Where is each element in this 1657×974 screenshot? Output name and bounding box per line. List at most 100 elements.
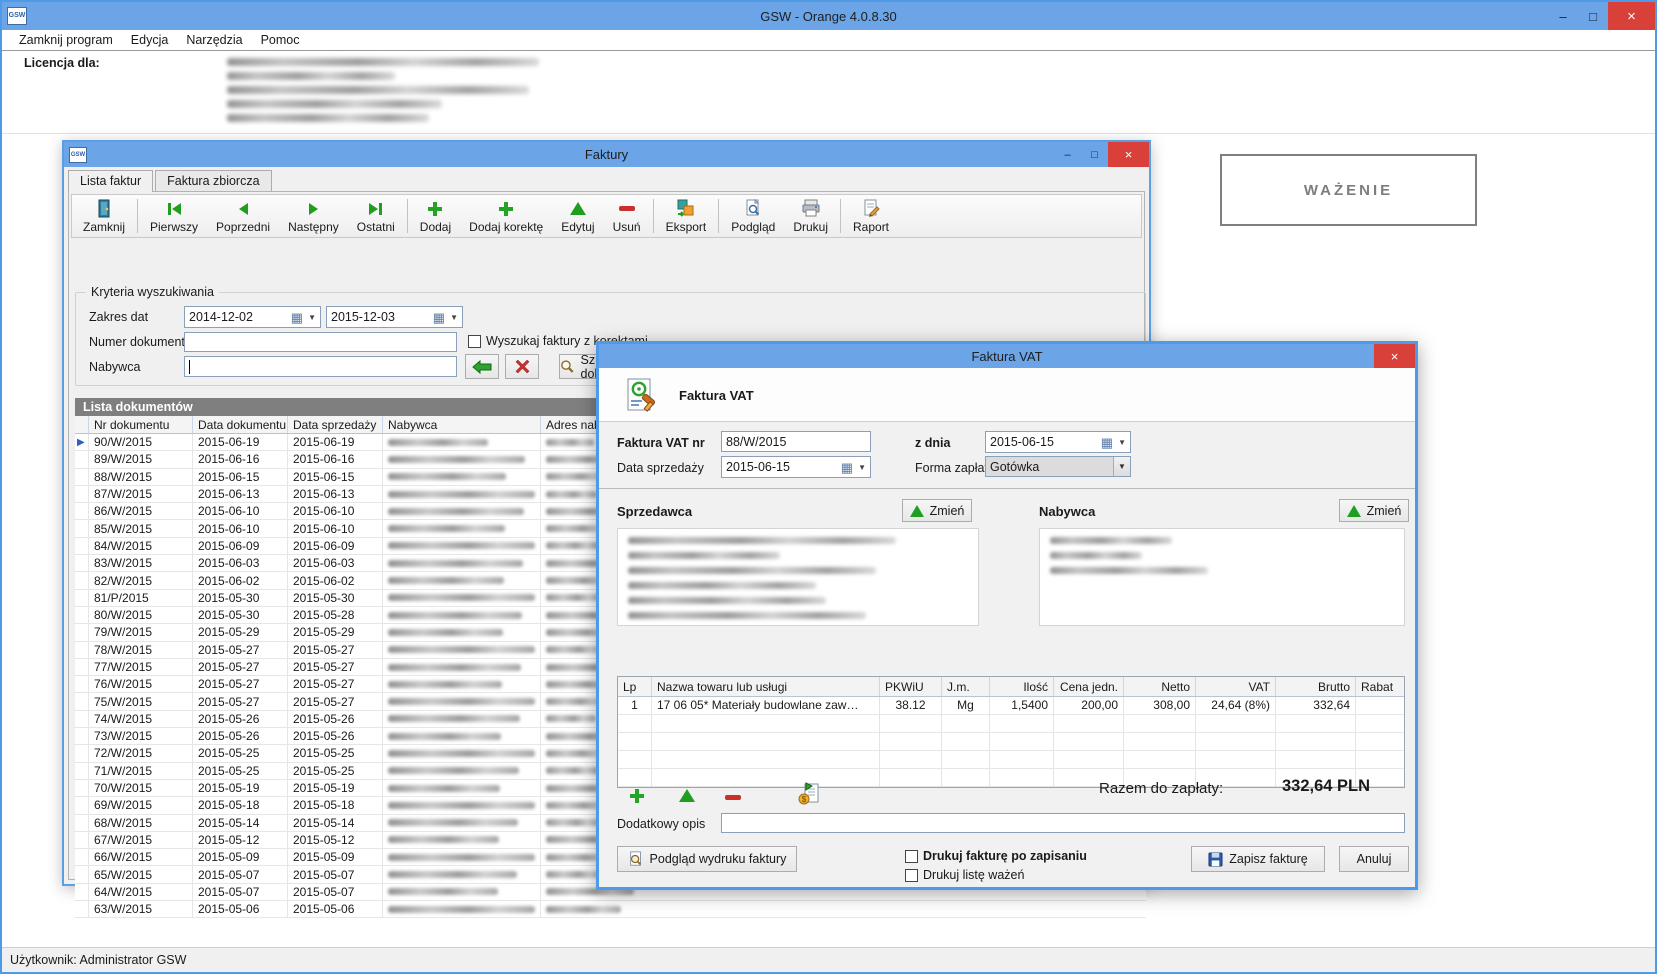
close-button[interactable]: × xyxy=(1608,2,1655,30)
date-from-picker[interactable]: 2014-12-02 ▦ ▼ xyxy=(184,306,321,328)
edit-item-button[interactable] xyxy=(679,789,695,802)
column-header-nabywca[interactable]: Nabywca xyxy=(383,416,541,433)
doc-number-input[interactable] xyxy=(184,332,457,352)
clear-back-button[interactable] xyxy=(465,354,499,379)
clear-filter-button[interactable] xyxy=(505,354,539,379)
chevron-down-icon[interactable]: ▼ xyxy=(308,313,316,322)
zamknij-button[interactable]: Zamknij xyxy=(74,196,134,236)
save-invoice-button[interactable]: Zapisz fakturę xyxy=(1191,846,1325,872)
license-label: Licencja dla: xyxy=(24,56,100,70)
poprzedni-label: Poprzedni xyxy=(216,220,270,234)
corrections-checkbox[interactable] xyxy=(468,335,481,348)
faktury-minimize-button[interactable]: – xyxy=(1054,142,1081,167)
cell: 81/P/2015 xyxy=(89,590,193,606)
faktury-close-button[interactable]: × xyxy=(1108,142,1149,167)
payment-form-select[interactable]: Gotówka ▼ xyxy=(985,456,1131,477)
tab-faktura-zbiorcza[interactable]: Faktura zbiorcza xyxy=(155,170,271,191)
minimize-button[interactable]: – xyxy=(1548,2,1578,30)
cell: 2015-05-12 xyxy=(288,832,383,848)
buyer-cell-redacted xyxy=(383,711,541,727)
items-column-header-brutto: Brutto xyxy=(1276,677,1356,696)
empty-cell xyxy=(880,715,942,733)
cell: 79/W/2015 xyxy=(89,624,193,640)
buyer-cell-redacted xyxy=(383,745,541,761)
print-after-save-checkbox[interactable] xyxy=(905,850,918,863)
faktury-maximize-button[interactable]: □ xyxy=(1081,142,1108,167)
print-weighings-row: Drukuj listę ważeń xyxy=(905,868,1024,882)
empty-cell xyxy=(1124,751,1196,769)
invoice-date-picker[interactable]: 2015-06-15 ▦ ▼ xyxy=(985,431,1131,453)
tab-lista-faktur[interactable]: Lista faktur xyxy=(68,170,153,192)
date-to-picker[interactable]: 2015-12-03 ▦ ▼ xyxy=(326,306,463,328)
add-item-button[interactable] xyxy=(629,788,645,804)
cell: 77/W/2015 xyxy=(89,659,193,675)
maximize-button[interactable]: □ xyxy=(1578,2,1608,30)
invoice-item-row[interactable]: 117 06 05* Materiały budowlane zaw…38.12… xyxy=(618,697,1404,715)
raport-button[interactable]: Raport xyxy=(844,196,898,236)
column-header-data-dokumentu[interactable]: Data dokumentu xyxy=(193,416,288,433)
description-label: Dodatkowy opis xyxy=(617,817,705,831)
cell: 2015-06-13 xyxy=(193,486,288,502)
faktury-window-icon: GSW xyxy=(69,147,87,163)
ostatni-button[interactable]: Ostatni xyxy=(348,196,404,236)
podglad-button[interactable]: Podgląd xyxy=(722,196,784,236)
table-row[interactable]: 63/W/20152015-05-062015-05-06 xyxy=(75,901,1146,918)
nastepny-button[interactable]: Następny xyxy=(279,196,348,236)
print-preview-button[interactable]: Podgląd wydruku faktury xyxy=(617,846,797,872)
invoice-items-table: LpNazwa towaru lub usługiPKWiUJ.m.IlośćC… xyxy=(617,676,1405,788)
status-bar: Użytkownik: Administrator GSW xyxy=(2,947,1655,972)
cell: 89/W/2015 xyxy=(89,451,193,467)
column-header-data-sprzedazy[interactable]: Data sprzedaży xyxy=(288,416,383,433)
cell: 2015-05-07 xyxy=(288,884,383,900)
row-indicator-column xyxy=(75,416,89,433)
dodaj-korekte-button[interactable]: Dodaj korektę xyxy=(460,196,552,236)
wazenie-button[interactable]: WAŻENIE xyxy=(1220,154,1477,226)
main-titlebar: GSW GSW - Orange 4.0.8.30 – □ × xyxy=(2,2,1655,30)
change-buyer-button[interactable]: Zmień xyxy=(1339,499,1409,522)
sale-date-value: 2015-06-15 xyxy=(726,460,790,474)
column-header-nr-dokumentu[interactable]: Nr dokumentu xyxy=(89,416,193,433)
cancel-button[interactable]: Anuluj xyxy=(1339,846,1409,872)
cell: 82/W/2015 xyxy=(89,572,193,588)
print-weighings-checkbox[interactable] xyxy=(905,869,918,882)
empty-cell xyxy=(1356,733,1404,751)
pierwszy-label: Pierwszy xyxy=(150,220,198,234)
chevron-down-icon[interactable]: ▼ xyxy=(1118,438,1126,447)
empty-cell xyxy=(1196,751,1276,769)
toolbar-separator xyxy=(840,199,841,233)
chevron-down-icon[interactable]: ▼ xyxy=(1113,457,1130,476)
invoice-close-button[interactable]: × xyxy=(1374,344,1415,368)
description-input[interactable] xyxy=(721,813,1405,833)
menu-item-narzedzia[interactable]: Narzędzia xyxy=(177,31,251,49)
cell: 2015-05-29 xyxy=(193,624,288,640)
invoice-number-input[interactable]: 88/W/2015 xyxy=(721,431,871,452)
item-price-export-icon[interactable]: $ xyxy=(797,782,821,806)
chevron-down-icon[interactable]: ▼ xyxy=(450,313,458,322)
green-triangle-icon xyxy=(910,505,924,517)
change-seller-button[interactable]: Zmień xyxy=(902,499,972,522)
buyer-cell-redacted xyxy=(383,624,541,640)
buyer-cell-redacted xyxy=(383,815,541,831)
menu-item-edycja[interactable]: Edycja xyxy=(122,31,178,49)
pierwszy-button[interactable]: Pierwszy xyxy=(141,196,207,236)
dodaj-button[interactable]: Dodaj xyxy=(411,196,460,236)
edytuj-button[interactable]: Edytuj xyxy=(552,196,603,236)
empty-item-row xyxy=(618,715,1404,733)
buyer-cell-redacted xyxy=(383,676,541,692)
menu-item-zamknij-program[interactable]: Zamknij program xyxy=(10,31,122,49)
buyer-search-input[interactable] xyxy=(184,356,457,377)
eksport-button[interactable]: Eksport xyxy=(657,196,716,236)
items-column-header-netto: Netto xyxy=(1124,677,1196,696)
menu-item-pomoc[interactable]: Pomoc xyxy=(252,31,309,49)
sale-date-picker[interactable]: 2015-06-15 ▦ ▼ xyxy=(721,456,871,478)
drukuj-button[interactable]: Drukuj xyxy=(784,196,837,236)
cell: 90/W/2015 xyxy=(89,434,193,450)
poprzedni-button[interactable]: Poprzedni xyxy=(207,196,279,236)
usun-button[interactable]: Usuń xyxy=(604,196,650,236)
row-marker-cell xyxy=(75,901,89,917)
cell: 2015-05-19 xyxy=(193,780,288,796)
edit-triangle-icon xyxy=(570,199,586,218)
remove-item-button[interactable] xyxy=(725,795,741,800)
chevron-down-icon[interactable]: ▼ xyxy=(858,463,866,472)
cell: 74/W/2015 xyxy=(89,711,193,727)
